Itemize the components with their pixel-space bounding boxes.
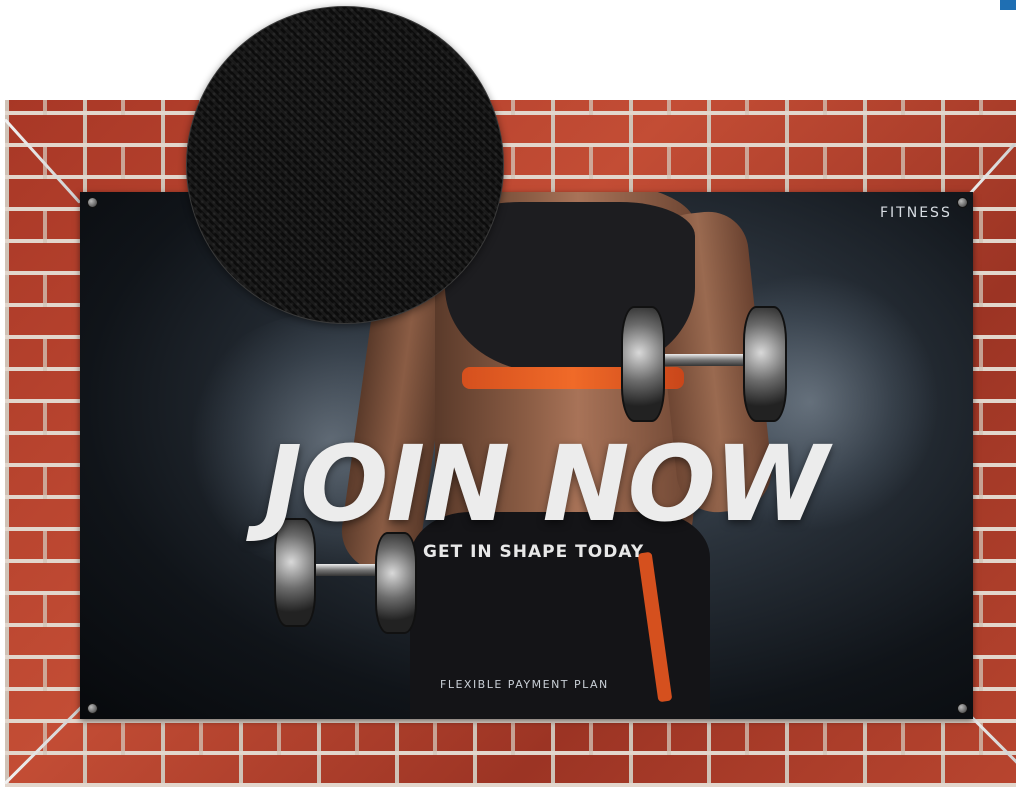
grommet-top-left	[87, 197, 98, 208]
subheadline: GET IN SHAPE TODAY	[423, 542, 645, 562]
fabric-texture-swatch-icon	[186, 6, 504, 324]
corner-badge	[1000, 0, 1016, 10]
fitness-banner: FITNESS JOIN NOW GET IN SHAPE TODAY FLEX…	[80, 192, 973, 719]
payment-plan-text: FLEXIBLE PAYMENT PLAN	[440, 678, 609, 691]
brand-label: FITNESS	[880, 205, 952, 221]
grommet-bottom-right	[957, 703, 968, 714]
dumbbell-right	[615, 302, 795, 422]
grommet-top-right	[957, 197, 968, 208]
headline: JOIN NOW	[263, 423, 828, 545]
grommet-bottom-left	[87, 703, 98, 714]
